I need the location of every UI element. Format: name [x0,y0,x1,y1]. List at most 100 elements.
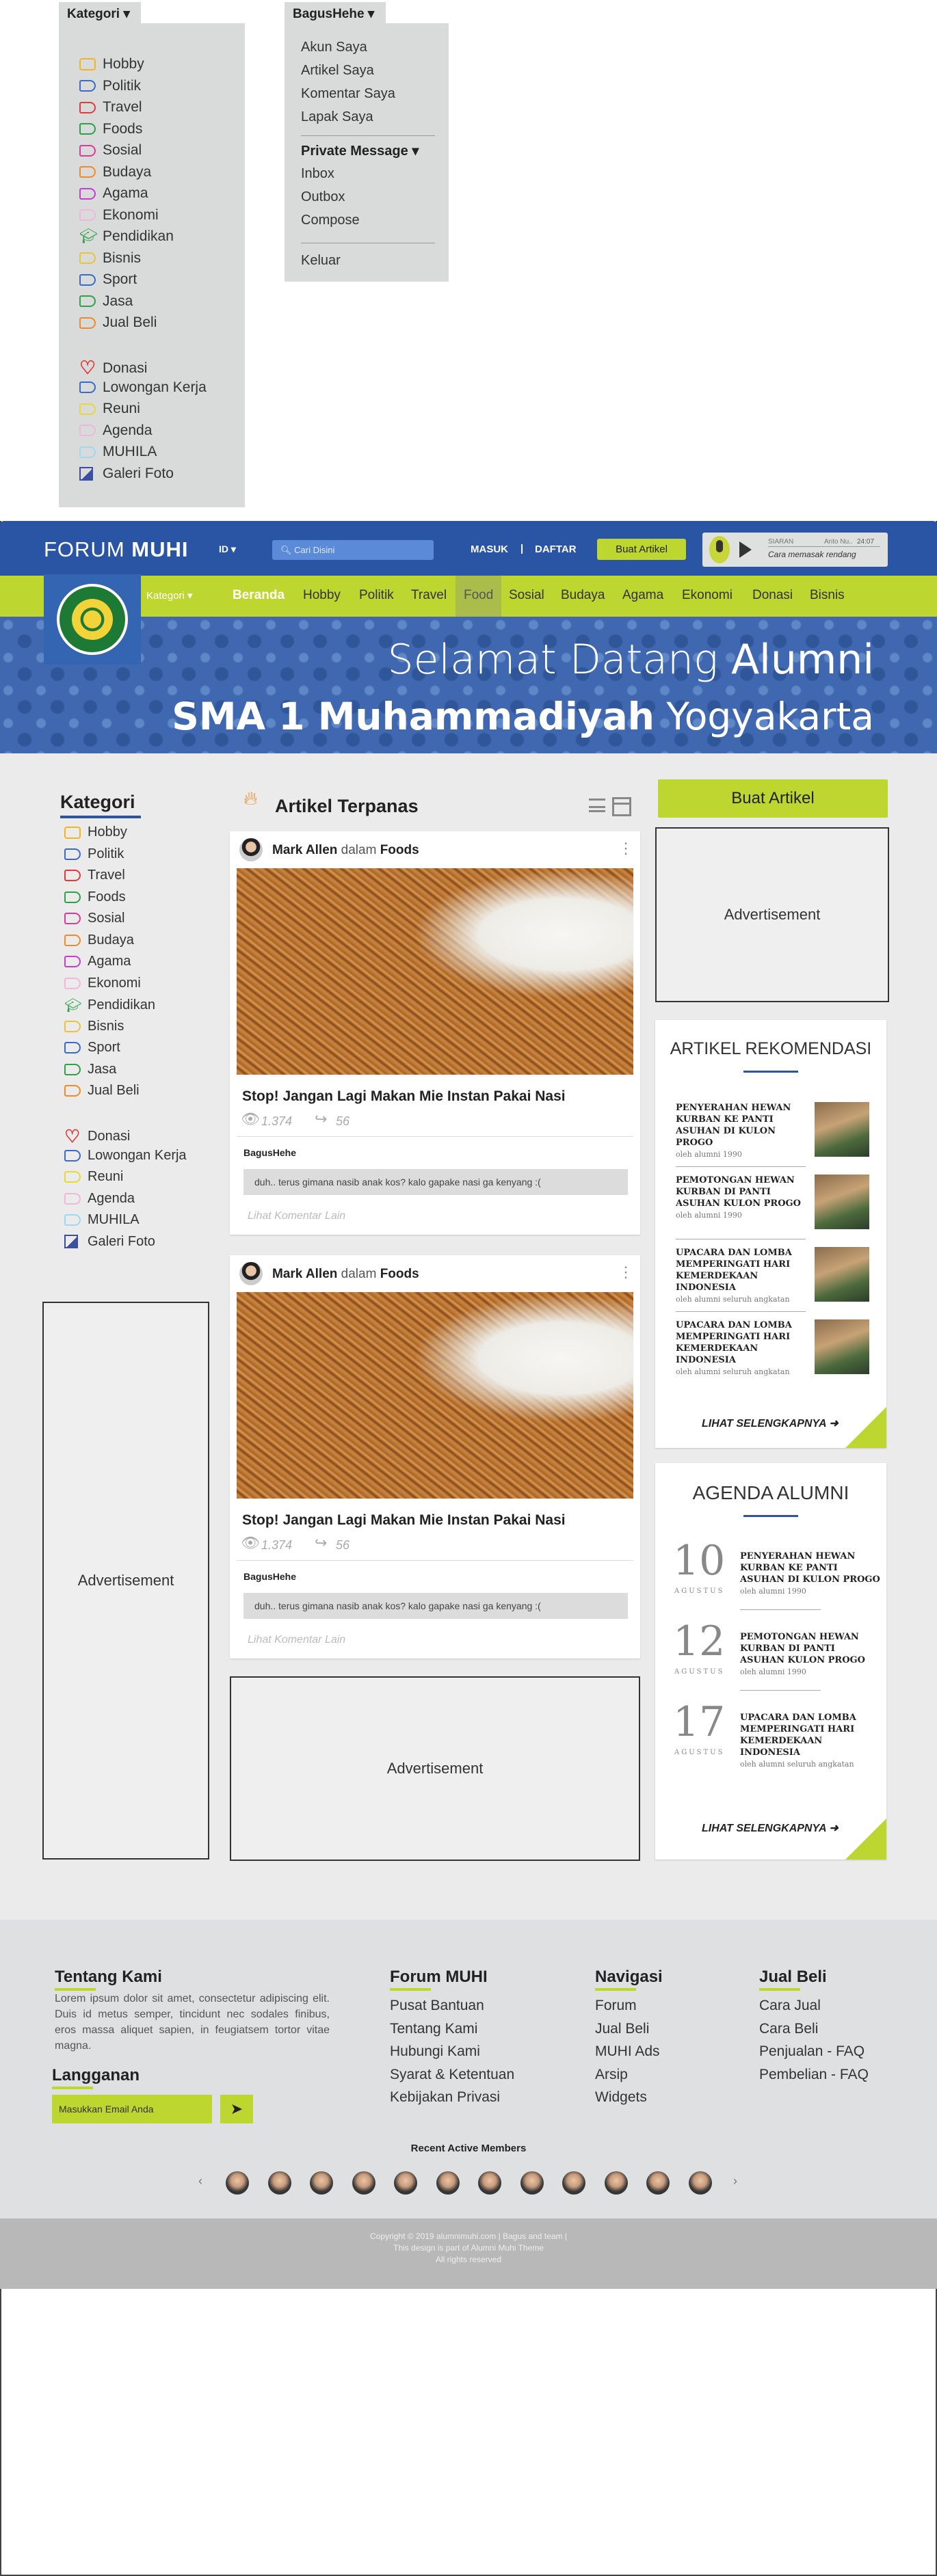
nav-travel[interactable]: Travel [411,588,447,603]
language-select[interactable]: ID ▾ [219,544,236,555]
article-category[interactable]: Foods [380,1267,419,1281]
agenda-item-title[interactable]: UPACARA DAN LOMBA MEMPERINGATI HARI KEME… [740,1712,881,1758]
article-title[interactable]: Stop! Jangan Lagi Makan Mie Instan Pakai… [242,1512,566,1529]
menu-compose[interactable]: Compose [301,209,435,232]
dropdown-item-foods[interactable]: Foods [79,121,142,137]
register-link[interactable]: DAFTAR [535,544,577,555]
nav-donasi[interactable]: Donasi [752,588,793,603]
dropdown-item-hobby[interactable]: Hobby [79,56,144,72]
right-advertisement[interactable]: Advertisement [655,827,889,1002]
dropdown-item-agenda[interactable]: Agenda [79,422,152,439]
agenda-item[interactable]: UPACARA DAN LOMBA MEMPERINGATI HARI KEME… [740,1712,881,1769]
sidebar-item-muhila[interactable]: MUHILA [64,1212,140,1228]
footer-link[interactable]: Pembelian - FAQ [759,2067,869,2083]
member-avatar[interactable] [394,2171,417,2195]
grid-view-icon[interactable] [612,797,631,816]
member-avatar[interactable] [267,2171,291,2195]
sidebar-item-galeri-foto[interactable]: Galeri Foto [64,1234,155,1250]
author-name[interactable]: Mark Allen [272,843,337,857]
nav-kategori[interactable]: Kategori ▾ [146,589,193,602]
more-options-icon[interactable]: ⋮ [618,840,633,857]
recommended-thumbnail[interactable] [815,1175,869,1229]
sidebar-item-agama[interactable]: Agama [64,954,131,969]
sidebar-item-pendidikan[interactable]: 🎓︎ Pendidikan [64,997,155,1014]
private-message-toggle[interactable]: Private Message ▾ [301,139,435,162]
sidebar-item-reuni[interactable]: Reuni [64,1169,123,1185]
commenter-name[interactable]: BagusHehe [243,1571,296,1582]
member-avatar[interactable] [436,2171,460,2195]
recommended-thumbnail[interactable] [815,1247,869,1302]
menu-keluar[interactable]: Keluar [301,249,435,272]
recommended-item-title[interactable]: PENYERAHAN HEWAN KURBAN KE PANTI ASUHAN … [676,1102,810,1149]
recommended-item[interactable]: PEMOTONGAN HEWAN KURBAN DI PANTI ASUHAN … [676,1175,874,1239]
more-options-icon[interactable]: ⋮ [618,1263,633,1281]
footer-link[interactable]: Arsip [595,2067,628,2083]
play-icon[interactable] [739,541,752,558]
kategori-tab[interactable]: Kategori ▾ [59,2,141,26]
agenda-item-title[interactable]: PEMOTONGAN HEWAN KURBAN DI PANTI ASUHAN … [740,1631,881,1666]
sidebar-item-travel[interactable]: Travel [64,868,125,883]
sidebar-item-sport[interactable]: Sport [64,1040,120,1056]
author-avatar[interactable] [239,838,263,861]
nav-ekonomi[interactable]: Ekonomi [682,588,733,603]
sidebar-item-politik[interactable]: Politik [64,846,124,862]
members-prev-icon[interactable]: ‹ [198,2174,202,2188]
list-view-icon[interactable] [582,799,605,816]
agenda-item-title[interactable]: PENYERAHAN HEWAN KURBAN KE PANTI ASUHAN … [740,1551,881,1585]
menu-lapak-saya[interactable]: Lapak Saya [301,105,435,129]
dropdown-item-bisnis[interactable]: Bisnis [79,250,141,267]
footer-link[interactable]: Cara Jual [759,1998,821,2014]
members-next-icon[interactable]: › [733,2174,737,2188]
member-avatar[interactable] [352,2171,375,2195]
agenda-more-link[interactable]: LIHAT SELENGKAPNYA ➜ [702,1821,839,1835]
user-tab[interactable]: BagusHehe ▾ [285,2,386,26]
dropdown-item-ekonomi[interactable]: Ekonomi [79,207,159,224]
dropdown-item-galeri-foto[interactable]: Galeri Foto [79,466,174,482]
brand-logo[interactable]: FORUM MUHI [44,537,188,562]
recommended-thumbnail[interactable] [815,1102,869,1157]
sidebar-item-donasi[interactable]: ♡ Donasi [64,1126,130,1147]
nav-sosial[interactable]: Sosial [509,588,544,603]
dropdown-item-sosial[interactable]: Sosial [79,142,142,159]
share-icon[interactable]: ↪ [315,1110,327,1128]
member-avatar[interactable] [646,2171,670,2195]
dropdown-item-jual-beli[interactable]: Jual Beli [79,314,157,331]
recommended-item[interactable]: UPACARA DAN LOMBA MEMPERINGATI HARI KEME… [676,1247,874,1312]
member-avatar[interactable] [310,2171,333,2195]
article-title[interactable]: Stop! Jangan Lagi Makan Mie Instan Pakai… [242,1088,566,1105]
footer-link[interactable]: Syarat & Ketentuan [390,2067,514,2083]
recommended-item-title[interactable]: UPACARA DAN LOMBA MEMPERINGATI HARI KEME… [676,1319,810,1366]
member-avatar[interactable] [688,2171,712,2195]
sidebar-item-sosial[interactable]: Sosial [64,911,124,926]
article-category[interactable]: Foods [380,843,419,857]
sidebar-item-jasa[interactable]: Jasa [64,1062,116,1077]
footer-link[interactable]: Pusat Bantuan [390,1998,484,2014]
commenter-name[interactable]: BagusHehe [243,1147,296,1158]
sidebar-item-hobby[interactable]: Hobby [64,824,127,840]
footer-link[interactable]: Kebijakan Privasi [390,2089,500,2106]
footer-link[interactable]: Forum [595,1998,637,2014]
member-avatar[interactable] [520,2171,544,2195]
dropdown-item-travel[interactable]: Travel [79,99,142,116]
sidebar-item-foods[interactable]: Foods [64,889,126,905]
dropdown-item-agama[interactable]: Agama [79,185,148,202]
sidebar-item-lowongan-kerja[interactable]: Lowongan Kerja [64,1148,187,1164]
menu-komentar-saya[interactable]: Komentar Saya [301,82,435,105]
menu-artikel-saya[interactable]: Artikel Saya [301,59,435,82]
nav-bisnis[interactable]: Bisnis [810,588,845,603]
member-avatar[interactable] [562,2171,585,2195]
menu-inbox[interactable]: Inbox [301,162,435,185]
agenda-item[interactable]: PENYERAHAN HEWAN KURBAN KE PANTI ASUHAN … [740,1551,881,1596]
nav-hobby[interactable]: Hobby [303,588,341,603]
footer-link[interactable]: Tentang Kami [390,2021,477,2037]
dropdown-item-donasi[interactable]: ♡ Donasi [79,358,147,379]
member-avatar[interactable] [478,2171,501,2195]
footer-link[interactable]: Penjualan - FAQ [759,2043,865,2060]
share-icon[interactable]: ↪ [315,1534,327,1552]
recommended-item[interactable]: UPACARA DAN LOMBA MEMPERINGATI HARI KEME… [676,1319,874,1376]
member-avatar[interactable] [226,2171,249,2195]
sidebar-item-agenda[interactable]: Agenda [64,1191,135,1207]
more-comments-link[interactable]: Lihat Komentar Lain [248,1210,345,1222]
dropdown-item-sport[interactable]: Sport [79,271,137,288]
dropdown-item-jasa[interactable]: Jasa [79,293,133,310]
